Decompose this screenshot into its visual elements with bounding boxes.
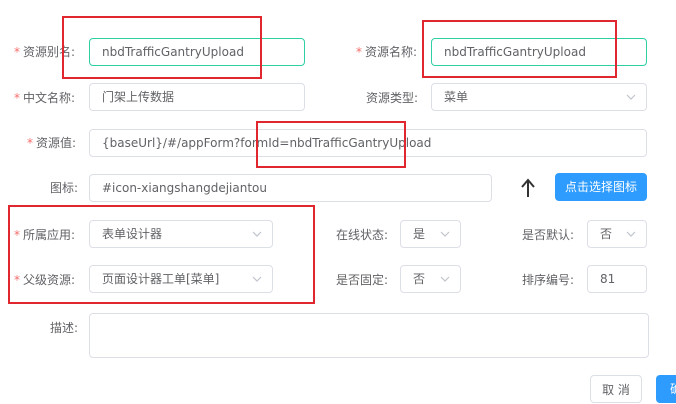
- cn-name-label: * 中文名称:: [14, 91, 76, 105]
- online-label: 在线状态:: [336, 228, 389, 242]
- sort-label: 排序编号:: [522, 273, 575, 287]
- fixed-label: 是否固定:: [336, 273, 389, 287]
- default-label: 是否默认:: [522, 228, 575, 242]
- highlight-box-name: [422, 20, 617, 78]
- cn-name-input[interactable]: 门架上传数据: [89, 83, 305, 111]
- choose-icon-button[interactable]: 点击选择图标: [555, 173, 647, 201]
- chevron-down-icon: [626, 231, 636, 237]
- highlight-box-app-parent: [8, 205, 315, 304]
- resource-value-label: * 资源值:: [27, 136, 77, 150]
- icon-label: 图标:: [50, 181, 79, 195]
- desc-textarea[interactable]: [89, 313, 649, 358]
- fixed-select[interactable]: 否: [400, 265, 461, 293]
- highlight-box-alias: [62, 16, 262, 79]
- type-select[interactable]: 菜单: [431, 83, 647, 111]
- type-label: 资源类型:: [366, 91, 419, 105]
- name-label: * 资源名称:: [356, 45, 418, 59]
- chevron-down-icon: [440, 231, 450, 237]
- icon-input[interactable]: #icon-xiangshangdejiantou: [89, 174, 492, 202]
- chevron-down-icon: [626, 94, 636, 100]
- online-select[interactable]: 是: [400, 220, 461, 248]
- cancel-button[interactable]: 取 消: [590, 375, 642, 403]
- highlight-box-resource-value: [256, 121, 406, 168]
- confirm-button[interactable]: 确: [656, 375, 676, 403]
- chevron-down-icon: [440, 276, 450, 282]
- default-select[interactable]: 否: [587, 220, 647, 248]
- desc-label: 描述:: [50, 321, 79, 335]
- arrow-up-icon: [521, 178, 535, 197]
- sort-input[interactable]: 81: [587, 265, 647, 293]
